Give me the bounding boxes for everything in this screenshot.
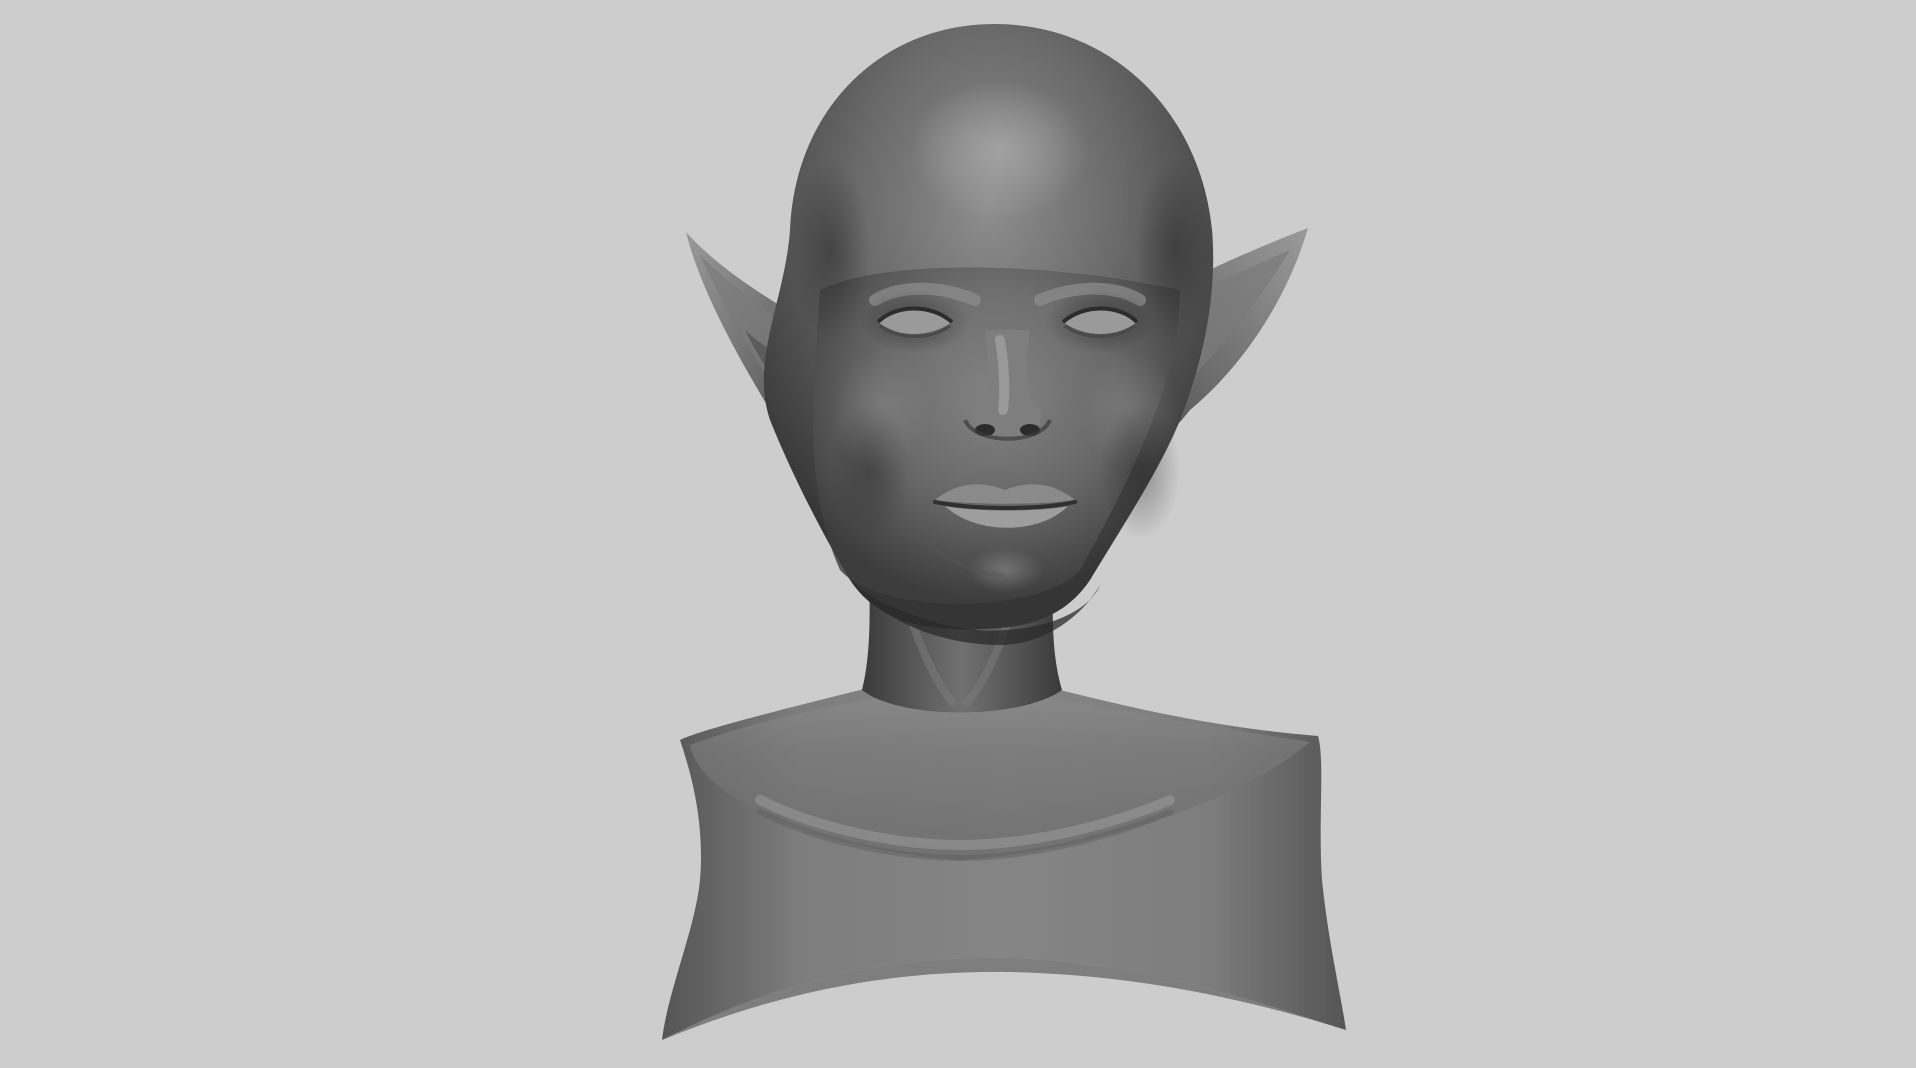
- sculpt-bust-render: [662, 24, 1346, 1040]
- bust-eye-right: [1061, 306, 1139, 338]
- bust-eye-left: [876, 306, 954, 338]
- 3d-viewport[interactable]: [0, 0, 1916, 1068]
